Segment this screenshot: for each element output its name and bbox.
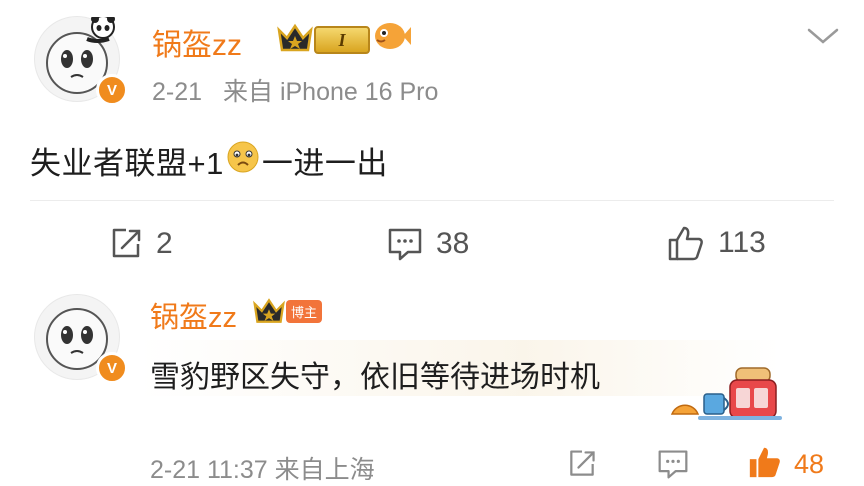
comment-like-count: 48 xyxy=(794,449,825,479)
post-username[interactable]: 锅盔zz xyxy=(152,20,242,64)
post-meta: 2-21 来自 iPhone 16 Pro xyxy=(152,72,438,108)
like-button[interactable]: 113 xyxy=(666,224,766,262)
verified-badge-icon: V xyxy=(96,74,128,106)
breakfast-sticker-icon xyxy=(670,366,782,429)
comment-timestamp: 2-21 11:37 来自上海 xyxy=(150,456,375,484)
repost-button[interactable]: 2 xyxy=(108,226,173,262)
comment-reply-icon[interactable] xyxy=(656,448,690,485)
comment-button[interactable]: 38 xyxy=(386,226,469,262)
post-text: 失业者联盟+1 一进一出 xyxy=(30,138,388,183)
crown-icon xyxy=(276,22,314,59)
fish-icon xyxy=(372,18,412,59)
post-divider xyxy=(30,200,834,201)
sad-face-emoji-icon xyxy=(226,140,260,182)
comment-crown-icon xyxy=(252,296,286,331)
level-badge: I xyxy=(314,26,370,54)
thumbs-up-icon xyxy=(666,224,706,262)
comment-count: 38 xyxy=(436,227,470,260)
repost-count: 2 xyxy=(156,227,173,260)
liked-thumbs-up-icon xyxy=(746,444,784,485)
comment-icon xyxy=(386,226,424,262)
comment-verified-badge-icon: V xyxy=(96,352,128,384)
repost-icon xyxy=(108,226,144,262)
comment-like-button[interactable]: 48 xyxy=(746,444,824,485)
comment-username[interactable]: 锅盔zz xyxy=(150,294,237,336)
chevron-down-icon[interactable] xyxy=(806,26,840,51)
comment-repost-icon[interactable] xyxy=(566,448,598,485)
like-count: 113 xyxy=(718,226,766,259)
post-source: 来自 iPhone 16 Pro xyxy=(223,78,439,106)
blogger-badge: 博主 xyxy=(286,300,323,323)
comment-text: 雪豹野区失守，依旧等待进场时机 xyxy=(150,361,600,394)
post-date: 2-21 xyxy=(152,78,203,106)
